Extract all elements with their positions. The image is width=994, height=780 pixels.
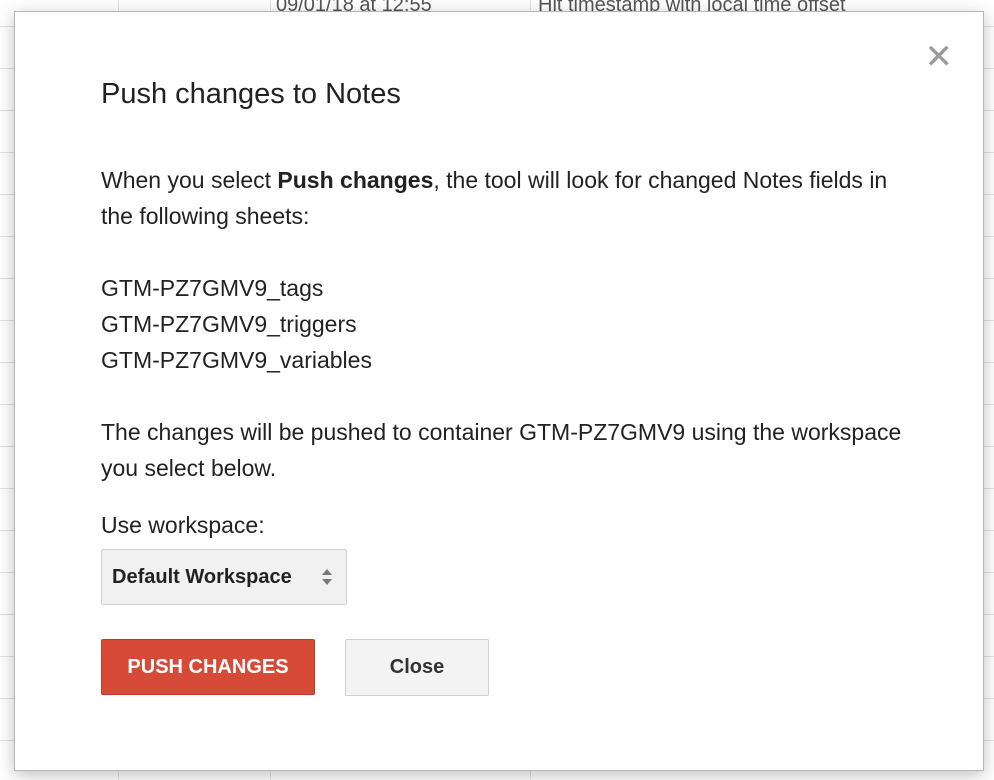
dialog-body: When you select Push changes, the tool w… xyxy=(101,162,921,486)
sheet-list-item: GTM-PZ7GMV9_tags xyxy=(101,275,324,301)
push-changes-button[interactable]: PUSH CHANGES xyxy=(101,639,315,695)
workspace-label: Use workspace: xyxy=(101,512,265,538)
intro-paragraph: When you select Push changes, the tool w… xyxy=(101,162,921,234)
push-changes-dialog: ✕ Push changes to Notes When you select … xyxy=(14,11,984,771)
sheet-list: GTM-PZ7GMV9_tags GTM-PZ7GMV9_triggers GT… xyxy=(101,270,921,378)
close-button[interactable]: Close xyxy=(345,639,489,696)
workspace-select[interactable]: Default Workspace xyxy=(101,549,347,605)
outro-paragraph: The changes will be pushed to container … xyxy=(101,419,902,481)
sheet-list-item: GTM-PZ7GMV9_triggers xyxy=(101,311,357,337)
intro-text-before: When you select xyxy=(101,167,278,193)
updown-arrows-icon xyxy=(322,569,332,585)
dialog-title: Push changes to Notes xyxy=(101,78,401,110)
workspace-select-value: Default Workspace xyxy=(112,565,292,588)
intro-text-bold: Push changes xyxy=(277,167,434,193)
close-icon[interactable]: ✕ xyxy=(925,40,954,74)
sheet-list-item: GTM-PZ7GMV9_variables xyxy=(101,347,372,373)
